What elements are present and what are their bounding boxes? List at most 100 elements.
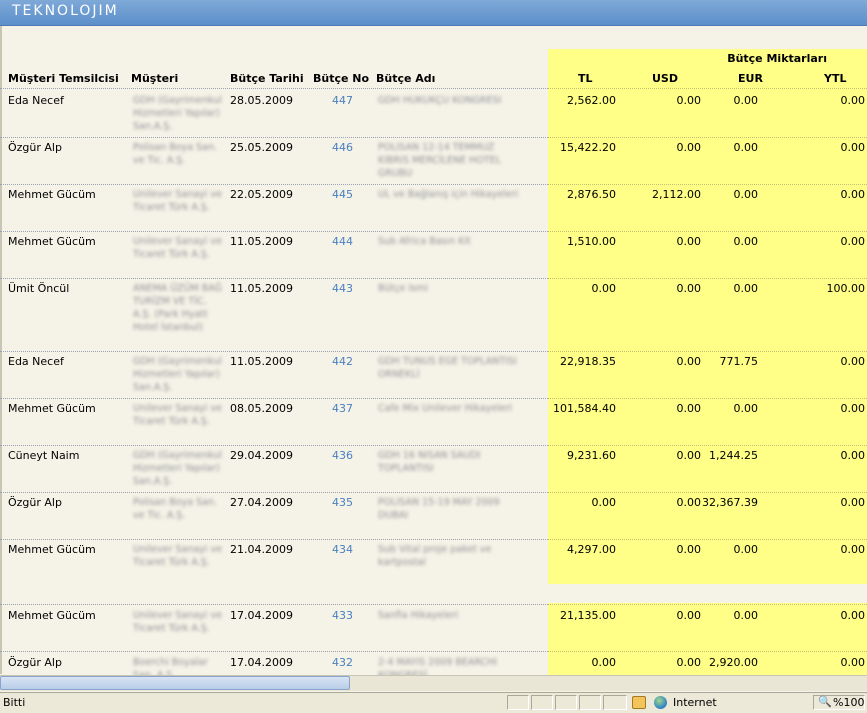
customer-rep-cell: Ümit Öncül [8, 282, 70, 295]
budget-no-link[interactable]: 436 [332, 449, 353, 462]
budget-date-cell: 29.04.2009 [230, 449, 293, 462]
zoom-level[interactable]: %100 [833, 696, 864, 709]
budget-date-cell: 08.05.2009 [230, 402, 293, 415]
row-separator [0, 492, 548, 493]
status-pane [531, 695, 553, 710]
column-header-rep: Müşteri Temsilcisi [8, 72, 119, 85]
budget-name-cell: Sub Africa Basın Kit [378, 236, 471, 247]
customer-cell: GDH (Gayrimenkul Hizmetleri Yapılar) San… [133, 356, 222, 393]
status-pane [507, 695, 529, 710]
budget-name-cell: Sub Vital proje paket ve kartpostal [378, 544, 492, 568]
security-lock-icon [632, 696, 646, 709]
amount-ytl-cell: 0.00 [840, 496, 866, 509]
zoom-icon: 🔍 [818, 695, 832, 708]
amount-tl-cell: 2,562.00 [567, 94, 616, 107]
customer-cell: Polisan Boya San. ve Tic. A.Ş. [133, 142, 217, 166]
budget-name-cell: POLİSAN 12-14 TEMMUZ KIBRIS MERCİLENE HO… [378, 142, 501, 179]
amount-ytl-cell: 0.00 [840, 355, 866, 368]
customer-cell: Unilever Sanayi ve Ticaret Türk A.Ş. [133, 610, 222, 634]
row-separator [0, 278, 548, 279]
amount-eur-cell: 0.00 [733, 141, 759, 154]
app-logo: TEKNOLOJIM [12, 3, 119, 19]
row-separator-yellow [548, 137, 867, 138]
amount-tl-cell: 1,510.00 [567, 235, 616, 248]
amount-ytl-cell: 0.00 [840, 402, 866, 415]
budget-amounts-group-header: Bütçe Miktarları [727, 52, 827, 65]
budget-date-cell: 22.05.2009 [230, 188, 293, 201]
budget-name-cell: GDH TUNUS EGE TOPLANTISI ORNEKLİ [378, 356, 517, 380]
amount-ytl-cell: 100.00 [826, 282, 866, 295]
customer-cell: Unilever Sanayi ve Ticaret Türk A.Ş. [133, 544, 222, 568]
scrollbar-thumb[interactable] [0, 676, 350, 690]
customer-cell: Unilever Sanayi ve Ticaret Türk A.Ş. [133, 236, 222, 260]
amount-tl-cell: 2,876.50 [567, 188, 616, 201]
amount-ytl-cell: 0.00 [840, 235, 866, 248]
horizontal-scrollbar[interactable] [0, 675, 867, 691]
budget-no-link[interactable]: 432 [332, 656, 353, 669]
amount-eur-cell: 1,244.25 [709, 449, 758, 462]
budget-no-link[interactable]: 445 [332, 188, 353, 201]
row-separator [0, 137, 548, 138]
budget-no-link[interactable]: 446 [332, 141, 353, 154]
customer-rep-cell: Mehmet Gücüm [8, 543, 96, 556]
customer-rep-cell: Özgür Alp [8, 496, 62, 509]
zone-label: Internet [673, 696, 717, 709]
budget-no-link[interactable]: 447 [332, 94, 353, 107]
amount-ytl-cell: 0.00 [840, 543, 866, 556]
column-header-date: Bütçe Tarihi [230, 72, 304, 85]
budget-no-link[interactable]: 434 [332, 543, 353, 556]
amount-eur-cell: 0.00 [733, 282, 759, 295]
row-separator-yellow [548, 351, 867, 352]
amount-eur-cell: 771.75 [719, 355, 759, 368]
customer-cell: Unilever Sanayi ve Ticaret Türk A.Ş. [133, 403, 222, 427]
budget-no-link[interactable]: 443 [332, 282, 353, 295]
budget-no-link[interactable]: 437 [332, 402, 353, 415]
row-separator-yellow [548, 492, 867, 493]
budget-no-link[interactable]: 444 [332, 235, 353, 248]
amount-tl-cell: 9,231.60 [567, 449, 616, 462]
amount-eur-cell: 0.00 [733, 94, 759, 107]
budget-name-cell: UL ve Bağlanış için Hikayeleri [378, 189, 519, 200]
header-separator [0, 88, 548, 89]
amount-ytl-cell: 0.00 [840, 609, 866, 622]
budget-name-cell: GDH 16 NİSAN SAUDİ TOPLANTISI [378, 450, 481, 474]
budget-no-link[interactable]: 442 [332, 355, 353, 368]
customer-rep-cell: Özgür Alp [8, 656, 62, 669]
amount-eur-cell: 0.00 [733, 609, 759, 622]
row-separator-yellow [548, 231, 867, 232]
amount-ytl-cell: 0.00 [840, 188, 866, 201]
customer-cell: GDH (Gayrimenkul Hizmetleri Yapılar) San… [133, 95, 222, 132]
row-separator-yellow [548, 184, 867, 185]
status-pane [555, 695, 577, 710]
budget-no-link[interactable]: 433 [332, 609, 353, 622]
amount-eur-cell: 0.00 [733, 402, 759, 415]
amount-eur-cell: 0.00 [733, 235, 759, 248]
budget-name-cell: Cafe Mix Unilever Hikayeleri [378, 403, 513, 414]
row-separator [0, 351, 548, 352]
customer-rep-cell: Eda Necef [8, 355, 64, 368]
amount-tl-cell: 4,297.00 [567, 543, 616, 556]
budget-name-cell: Sanfia Hikayeleri [378, 610, 459, 621]
row-separator-yellow [548, 539, 867, 540]
budget-date-cell: 28.05.2009 [230, 94, 293, 107]
column-header-customer: Müşteri [131, 72, 179, 85]
customer-cell: GDH (Gayrimenkul Hizmetleri Yapılar) San… [133, 450, 222, 487]
row-separator [0, 184, 548, 185]
budget-name-cell: POLİSAN 15-19 MAY 2009 DUBAI [378, 497, 500, 521]
budget-date-cell: 11.05.2009 [230, 235, 293, 248]
row-separator-yellow [548, 604, 867, 605]
customer-rep-cell: Mehmet Gücüm [8, 402, 96, 415]
budget-name-cell: Bütçe İsmi [378, 283, 428, 294]
customer-rep-cell: Mehmet Gücüm [8, 235, 96, 248]
column-header-budget-name: Bütçe Adı [376, 72, 436, 85]
amount-eur-cell: 2,920.00 [709, 656, 758, 669]
column-header-budget-no: Bütçe No [313, 72, 370, 85]
budget-no-link[interactable]: 435 [332, 496, 353, 509]
amount-ytl-cell: 0.00 [840, 141, 866, 154]
row-separator [0, 604, 548, 605]
row-separator [0, 445, 548, 446]
column-header-eur: EUR [738, 72, 763, 85]
row-separator [0, 651, 548, 652]
customer-rep-cell: Mehmet Gücüm [8, 188, 96, 201]
column-header-ytl: YTL [824, 72, 847, 85]
